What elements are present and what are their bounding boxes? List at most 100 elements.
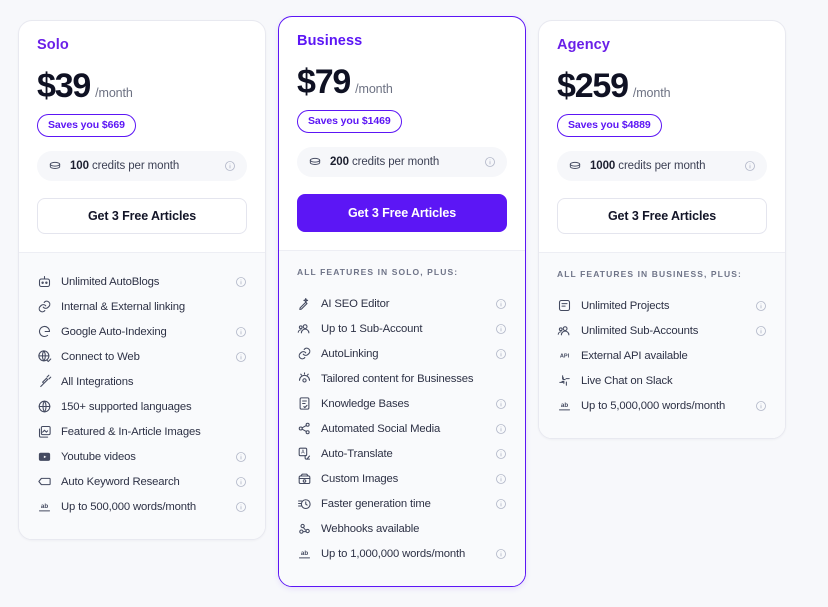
feature-row: ab Up to 1,000,000 words/month [297,541,507,566]
info-icon[interactable] [744,160,756,172]
info-icon[interactable] [495,348,507,360]
feature-row: Google Auto-Indexing [37,319,247,344]
price-row: $79/month [297,65,507,99]
feature-row: Webhooks available [297,516,507,541]
price-period: /month [355,82,393,96]
info-icon[interactable] [484,156,496,168]
abc-icon: ab [557,398,572,413]
credits-suffix: credits per month [92,160,180,172]
info-icon[interactable] [495,548,507,560]
clock-fast-icon [297,496,312,511]
feature-label: AutoLinking [321,347,379,360]
info-icon[interactable] [755,400,767,412]
price-amount: $79 [297,63,351,101]
globe-icon [37,399,52,414]
google-icon [37,324,52,339]
feature-row: Connect to Web [37,344,247,369]
feature-label: Up to 500,000 words/month [61,500,197,513]
plan-card-business: Business $79/month Saves you $1469 200 cred… [278,16,526,587]
info-spacer [755,350,767,362]
feature-row: All Integrations [37,369,247,394]
feature-label: Up to 1 Sub-Account [321,322,423,335]
feature-row: A Auto-Translate [297,441,507,466]
link-icon [297,346,312,361]
feature-label: Unlimited Projects [581,299,670,312]
feature-row: ab Up to 5,000,000 words/month [557,393,767,418]
users-icon [297,321,312,336]
info-icon[interactable] [755,300,767,312]
info-icon[interactable] [495,298,507,310]
plan-header: Agency $259/month Saves you $4889 1000 cred… [539,21,785,252]
feature-row: Youtube videos [37,444,247,469]
features-heading: ALL FEATURES IN SOLO, PLUS: [297,267,459,277]
feature-row: Live Chat on Slack [557,368,767,393]
info-icon[interactable] [235,451,247,463]
price-row: $259/month [557,69,767,103]
svg-text:A: A [301,450,305,456]
info-icon[interactable] [755,325,767,337]
eye-idea-icon [297,371,312,386]
credits-label: 200 credits per month [330,156,476,168]
cta-button[interactable]: Get 3 Free Articles [297,194,507,232]
feature-label: Featured & In-Article Images [61,425,201,438]
cta-button[interactable]: Get 3 Free Articles [37,198,247,234]
slack-icon [557,373,572,388]
feature-label: Unlimited AutoBlogs [61,275,160,288]
cta-button[interactable]: Get 3 Free Articles [557,198,767,234]
robot-icon [37,274,52,289]
price-amount: $259 [557,67,629,105]
info-icon[interactable] [224,160,236,172]
feature-row: Knowledge Bases [297,391,507,416]
feature-label: Youtube videos [61,450,136,463]
info-spacer [235,401,247,413]
feature-label: Automated Social Media [321,422,441,435]
info-icon[interactable] [235,476,247,488]
price-period: /month [632,86,671,100]
info-icon[interactable] [495,498,507,510]
images-icon [37,424,52,439]
feature-label: Knowledge Bases [321,397,410,410]
info-icon[interactable] [495,398,507,410]
credits-amount: 100 [70,160,89,172]
feature-label: 150+ supported languages [61,400,192,413]
info-icon[interactable] [235,501,247,513]
info-icon[interactable] [495,323,507,335]
info-icon[interactable] [235,351,247,363]
price-period: /month [95,86,133,100]
webhook-icon [297,521,312,536]
feature-row: Auto Keyword Research [37,469,247,494]
credits-suffix: credits per month [618,160,706,172]
info-spacer [235,376,247,388]
feature-label: Internal & External linking [61,300,186,313]
api-icon: API [557,348,572,363]
info-icon[interactable] [235,326,247,338]
info-spacer [235,301,247,313]
feature-row: Featured & In-Article Images [37,419,247,444]
info-icon[interactable] [235,276,247,288]
feature-row: Unlimited Sub-Accounts [557,318,767,343]
credits-pill: 100 credits per month [37,151,247,181]
credits-suffix: credits per month [352,156,440,168]
plan-card-solo: Solo $39/month Saves you $669 100 credits p… [18,20,266,540]
svg-text:ab: ab [561,402,568,409]
price-amount: $39 [37,67,91,105]
globe-check-icon [37,349,52,364]
image-frame-icon [297,471,312,486]
feature-row: 150+ supported languages [37,394,247,419]
pricing-grid: Solo $39/month Saves you $669 100 credits p… [0,0,828,607]
info-icon[interactable] [495,423,507,435]
info-spacer [495,523,507,535]
info-icon[interactable] [495,448,507,460]
feature-row: Up to 1 Sub-Account [297,316,507,341]
savings-badge: Saves you $669 [37,114,136,137]
plan-name: Business [297,33,363,49]
book-check-icon [297,396,312,411]
abc-icon: ab [297,546,312,561]
svg-text:API: API [560,353,570,359]
feature-label: Faster generation time [321,497,431,510]
plan-name: Agency [557,37,610,53]
feature-label: Auto-Translate [321,447,393,460]
info-icon[interactable] [495,473,507,485]
features-section: ALL FEATURES IN BUSINESS, PLUS: Unlimited… [539,252,785,438]
plan-card-agency: Agency $259/month Saves you $4889 1000 cred… [538,20,786,439]
